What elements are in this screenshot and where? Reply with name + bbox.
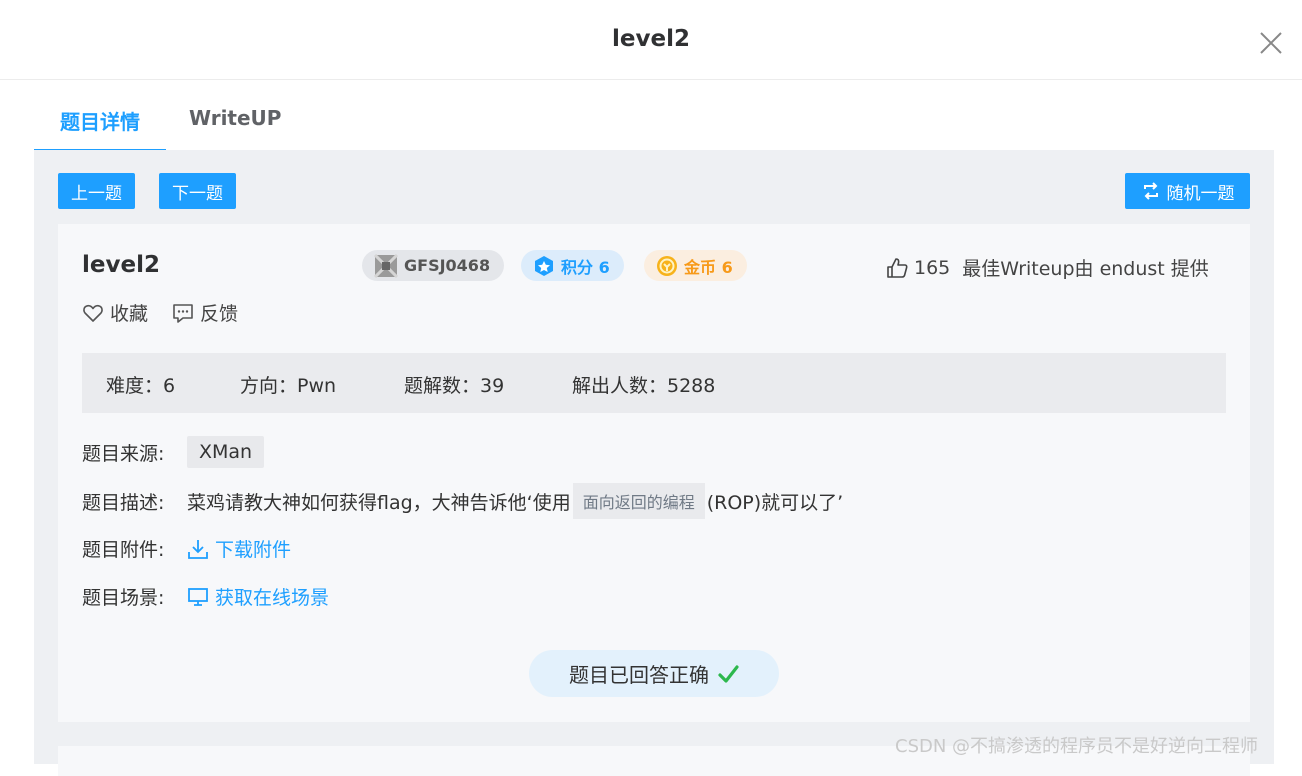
feedback-label: 反馈 (200, 303, 239, 325)
answered-correctly-label: 题目已回答正确 (569, 663, 709, 687)
prev-challenge-button[interactable]: 上一题 (58, 173, 135, 209)
challenge-id-tag: GFSJ0468 (362, 250, 505, 281)
attachment-label: 题目附件: (82, 539, 165, 561)
description-text: 菜鸡请教大神如何获得flag，大神告诉他‘使用 (187, 491, 571, 514)
random-challenge-label: 随机一题 (1166, 183, 1235, 204)
description-text-end: (ROP)就可以了’ (706, 491, 844, 514)
scene-row: 题目场景: 获取在线场景 (82, 583, 329, 610)
attachment-row: 题目附件: 下载附件 (82, 535, 291, 562)
download-attachment-label: 下载附件 (215, 539, 292, 561)
dialog-header: level2 (0, 0, 1302, 80)
like-count: 165 (914, 256, 951, 279)
close-icon[interactable] (1258, 30, 1284, 56)
challenge-avatar-icon (374, 253, 398, 278)
check-icon (718, 664, 739, 683)
monitor-icon (188, 587, 208, 606)
next-challenge-button[interactable]: 下一题 (159, 173, 236, 209)
feedback-icon (173, 303, 193, 323)
direction-stat: 方向：Pwn (240, 375, 337, 397)
score-medal-icon (535, 255, 553, 276)
scene-label: 题目场景: (82, 587, 165, 609)
source-tag: XMan (187, 436, 265, 468)
writeup-info: 165 最佳Writeup由 endust 提供 (886, 254, 1209, 281)
stats-bar: 难度：6 方向：Pwn 题解数：39 解出人数：5288 (82, 353, 1226, 413)
tab-writeup[interactable]: WriteUP (189, 100, 281, 152)
gold-tag: 金币 6 (644, 250, 747, 281)
answered-correctly-badge: 题目已回答正确 (529, 650, 779, 697)
shuffle-icon (1143, 182, 1158, 200)
best-writeup-credit[interactable]: 最佳Writeup由 endust 提供 (962, 254, 1209, 281)
solvers-stat: 解出人数：5288 (572, 375, 716, 397)
description-row: 题目描述: 菜鸡请教大神如何获得flag，大神告诉他‘使用 面向返回的编程 (R… (82, 483, 843, 519)
get-online-scene-label: 获取在线场景 (215, 587, 330, 609)
get-online-scene-link[interactable]: 获取在线场景 (187, 583, 329, 610)
random-challenge-button[interactable]: 随机一题 (1125, 173, 1250, 209)
source-row: 题目来源: XMan (82, 436, 265, 468)
challenge-name: level2 (82, 252, 160, 278)
score-tag: 积分 6 (521, 250, 624, 281)
watermark: CSDN @不搞渗透的程序员不是好逆向工程师 (895, 736, 1259, 757)
gold-coin-icon (657, 255, 677, 276)
favorite-button[interactable]: 收藏 (82, 299, 148, 326)
challenge-id: GFSJ0468 (404, 256, 491, 275)
feedback-button[interactable]: 反馈 (172, 299, 238, 326)
dialog-title: level2 (612, 26, 690, 52)
score-value: 积分 6 (561, 257, 610, 277)
favorite-label: 收藏 (110, 303, 149, 325)
description-label: 题目描述: (82, 491, 165, 514)
heart-icon (83, 304, 103, 322)
thumbs-up-icon[interactable] (886, 257, 908, 279)
challenge-actions: 收藏 反馈 (82, 299, 238, 326)
tab-challenge-details[interactable]: 题目详情 (34, 100, 166, 152)
difficulty-stat: 难度：6 (106, 375, 176, 397)
solves-stat: 题解数：39 (404, 375, 505, 397)
content-panel: 上一题 下一题 随机一题 level2 GFSJ0468 积分 6 金币 6 1… (34, 150, 1274, 776)
gold-value: 金币 6 (684, 257, 733, 277)
download-attachment-link[interactable]: 下载附件 (187, 535, 291, 562)
download-icon (188, 539, 208, 559)
challenge-card: level2 GFSJ0468 积分 6 金币 6 165 最佳Writeup由… (58, 224, 1250, 722)
source-label: 题目来源: (82, 442, 165, 465)
description-code: 面向返回的编程 (572, 483, 705, 519)
